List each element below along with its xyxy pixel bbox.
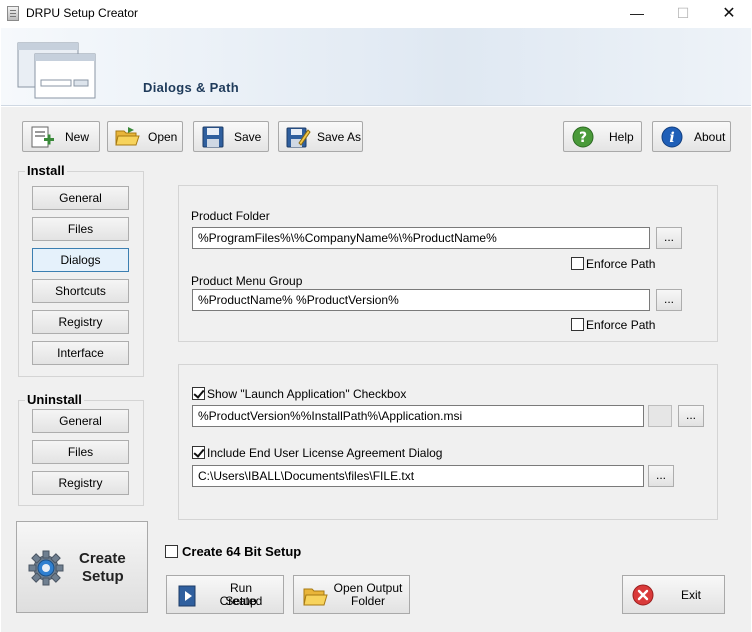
create-64bit-label: Create 64 Bit Setup	[182, 544, 302, 559]
product-folder-input[interactable]: %ProgramFiles%\%CompanyName%\%ProductNam…	[192, 227, 650, 249]
uninstall-general-button[interactable]: General	[32, 409, 129, 433]
exit-icon	[632, 584, 654, 606]
save-as-button[interactable]: Save As	[278, 121, 363, 152]
eula-label: Include End User License Agreement Dialo…	[207, 446, 443, 460]
create-setup-button[interactable]: Create Setup	[16, 521, 148, 613]
product-menu-group-input[interactable]: %ProductName% %ProductVersion%	[192, 289, 650, 311]
folder-icon	[303, 588, 328, 606]
run-created-setup-button[interactable]: Run Created Setup	[166, 575, 284, 614]
open-output-line2: Folder	[350, 594, 385, 608]
about-icon: i	[661, 126, 683, 148]
exit-button[interactable]: Exit	[622, 575, 725, 614]
header-banner: Dialogs & Path	[1, 28, 751, 106]
title-bar: DRPU Setup Creator — ☐ ✕	[0, 0, 752, 28]
run-setup-icon	[178, 585, 196, 607]
install-registry-button[interactable]: Registry	[32, 310, 129, 334]
eula-path-browse-button[interactable]: ...	[648, 465, 674, 487]
install-title: Install	[25, 163, 67, 178]
about-label: About	[694, 130, 726, 144]
exit-label: Exit	[681, 588, 702, 602]
enforce-path-label-1: Enforce Path	[586, 257, 656, 271]
launch-color-button[interactable]	[648, 405, 672, 427]
create-setup-line1: Create	[79, 550, 126, 567]
help-icon: ?	[572, 126, 594, 148]
save-button[interactable]: Save	[193, 121, 269, 152]
page-title: Dialogs & Path	[143, 80, 239, 95]
install-files-button[interactable]: Files	[32, 217, 129, 241]
help-button[interactable]: ? Help	[563, 121, 642, 152]
install-dialogs-button[interactable]: Dialogs	[32, 248, 129, 272]
open-label: Open	[148, 130, 178, 144]
gear-icon	[28, 550, 64, 586]
uninstall-files-button[interactable]: Files	[32, 440, 129, 464]
close-button[interactable]: ✕	[706, 0, 752, 28]
enforce-path-checkbox-2[interactable]	[571, 318, 584, 331]
uninstall-title: Uninstall	[25, 392, 84, 407]
svg-text:?: ?	[579, 130, 587, 146]
create-64bit-checkbox[interactable]	[165, 545, 178, 558]
minimize-button[interactable]: —	[614, 0, 660, 28]
svg-text:i: i	[669, 130, 674, 146]
uninstall-registry-button[interactable]: Registry	[32, 471, 129, 495]
launch-path-browse-button[interactable]: ...	[678, 405, 704, 427]
save-as-icon	[286, 127, 311, 148]
enforce-path-checkbox-1[interactable]	[571, 257, 584, 270]
dialog-windows-icon	[17, 42, 96, 99]
show-launch-checkbox[interactable]	[192, 387, 205, 400]
save-as-label: Save As	[317, 130, 362, 144]
install-general-button[interactable]: General	[32, 186, 129, 210]
install-interface-button[interactable]: Interface	[32, 341, 129, 365]
maximize-button[interactable]: ☐	[660, 0, 706, 28]
product-folder-label: Product Folder	[191, 209, 270, 223]
product-folder-browse-button[interactable]: ...	[656, 227, 682, 249]
open-output-folder-button[interactable]: Open Output Folder	[293, 575, 410, 614]
eula-checkbox[interactable]	[192, 446, 205, 459]
new-file-icon	[31, 126, 54, 148]
create-setup-line2: Setup	[82, 568, 124, 585]
run-label-line2: Setup	[225, 594, 257, 608]
show-launch-label: Show "Launch Application" Checkbox	[207, 387, 407, 401]
install-shortcuts-button[interactable]: Shortcuts	[32, 279, 129, 303]
product-menu-group-browse-button[interactable]: ...	[656, 289, 682, 311]
eula-path-input[interactable]: C:\Users\IBALL\Documents\files\FILE.txt	[192, 465, 644, 487]
save-label: Save	[234, 130, 262, 144]
enforce-path-label-2: Enforce Path	[586, 318, 656, 332]
new-label: New	[65, 130, 90, 144]
launch-path-input[interactable]: %ProductVersion%%InstallPath%\Applicatio…	[192, 405, 644, 427]
app-icon	[7, 6, 19, 21]
open-folder-icon	[115, 127, 140, 146]
product-menu-group-label: Product Menu Group	[191, 274, 303, 288]
help-label: Help	[609, 130, 634, 144]
window-title: DRPU Setup Creator	[26, 6, 139, 20]
about-button[interactable]: i About	[652, 121, 731, 152]
new-button[interactable]: New	[22, 121, 100, 152]
save-disk-icon	[202, 126, 224, 148]
open-button[interactable]: Open	[107, 121, 183, 152]
